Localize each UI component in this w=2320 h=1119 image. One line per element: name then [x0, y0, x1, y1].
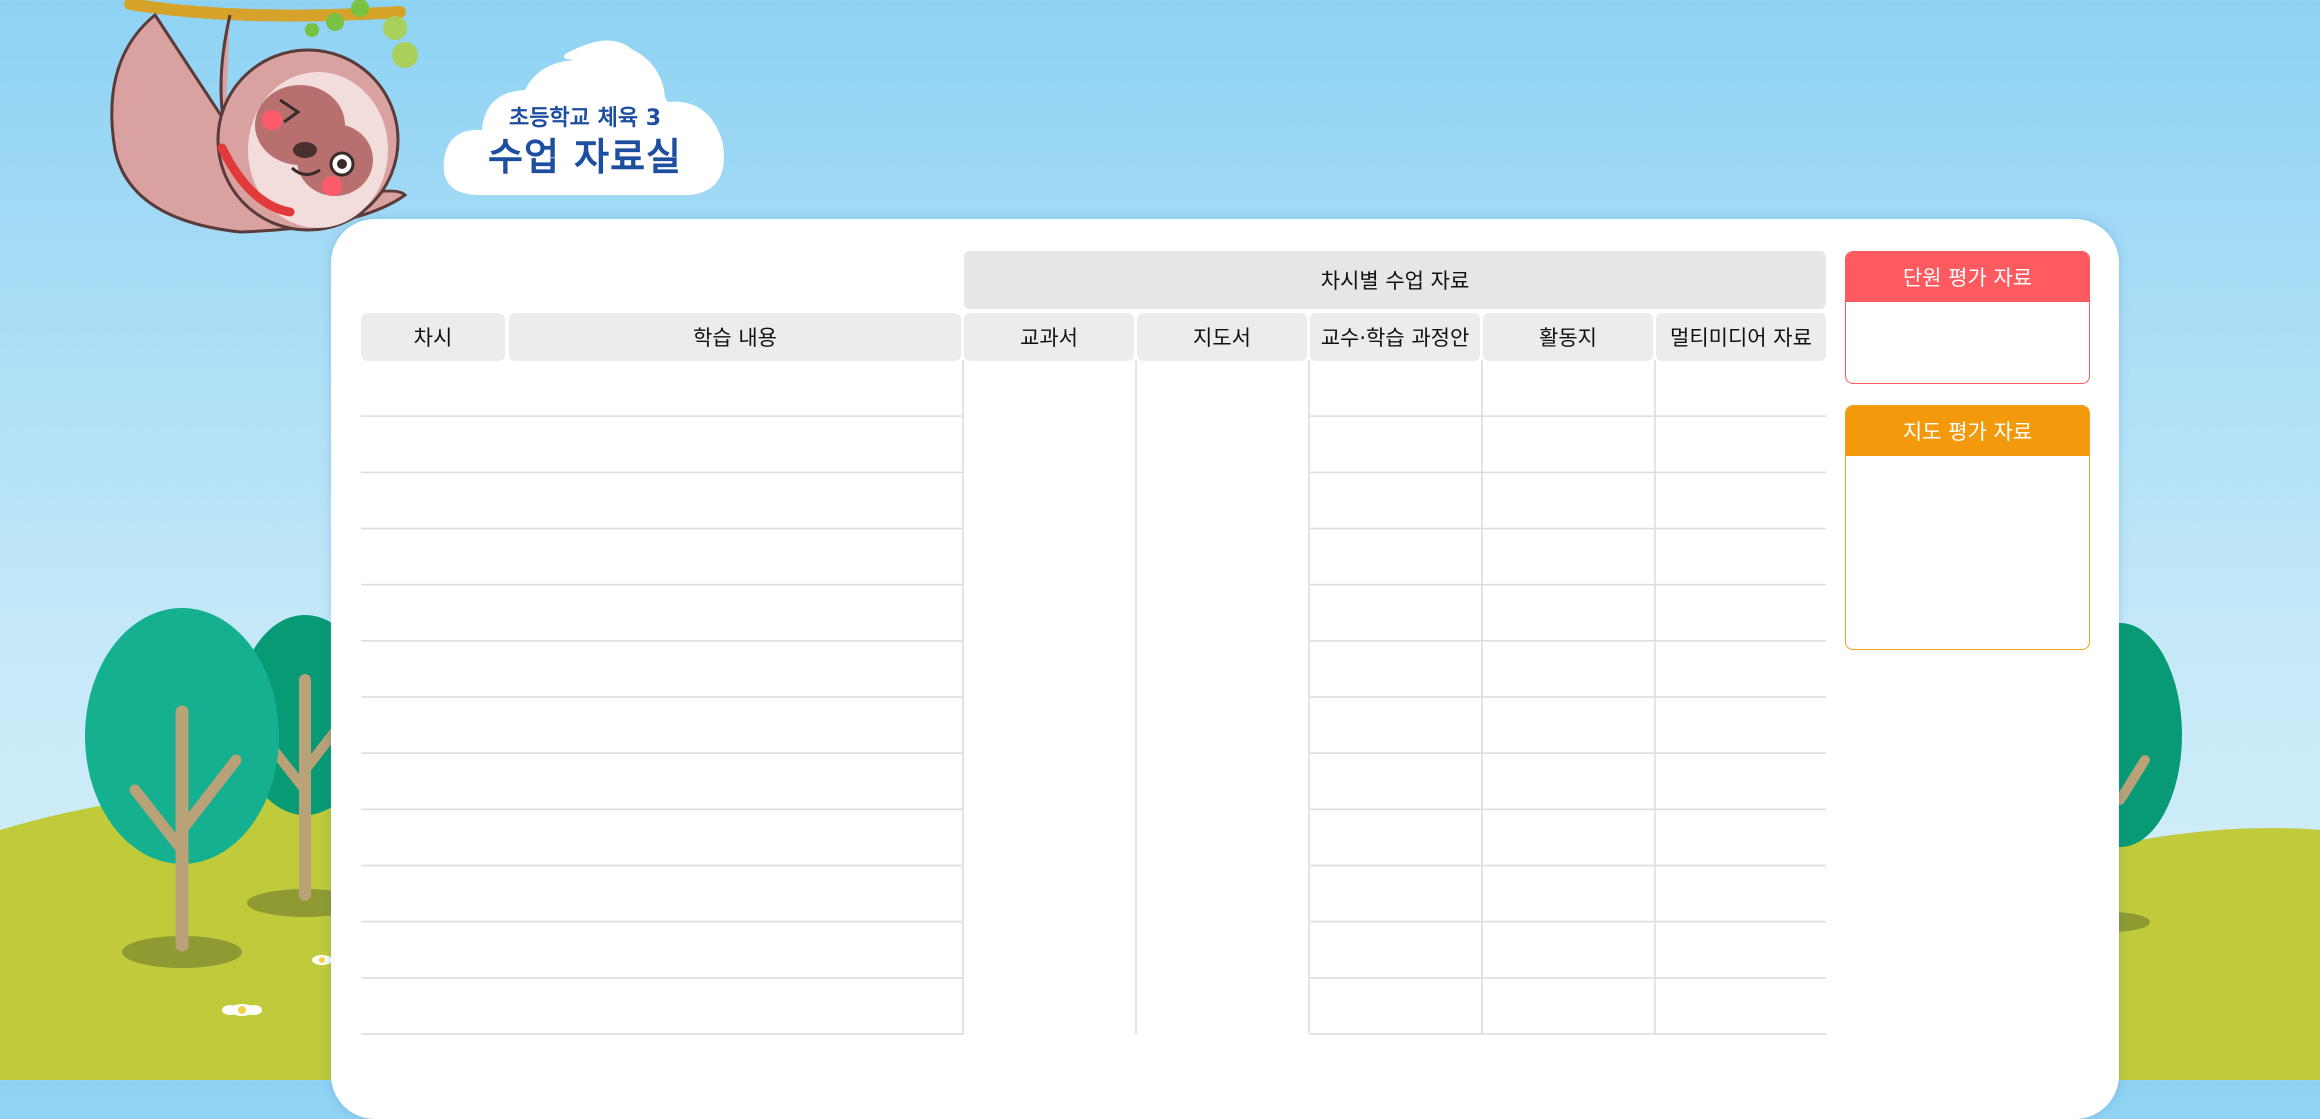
- guidance-assessment-title[interactable]: 지도 평가 자료: [1846, 406, 2089, 456]
- page-background: 초등학교 체육 3 수업 자료실 차시별 수업 자료 차시 학습 내용 교과서 …: [0, 0, 2320, 1119]
- unit-assessment-title[interactable]: 단원 평가 자료: [1846, 252, 2089, 302]
- guidance-assessment-card[interactable]: 지도 평가 자료: [1845, 405, 2090, 650]
- unit-assessment-card[interactable]: 단원 평가 자료: [1845, 251, 2090, 384]
